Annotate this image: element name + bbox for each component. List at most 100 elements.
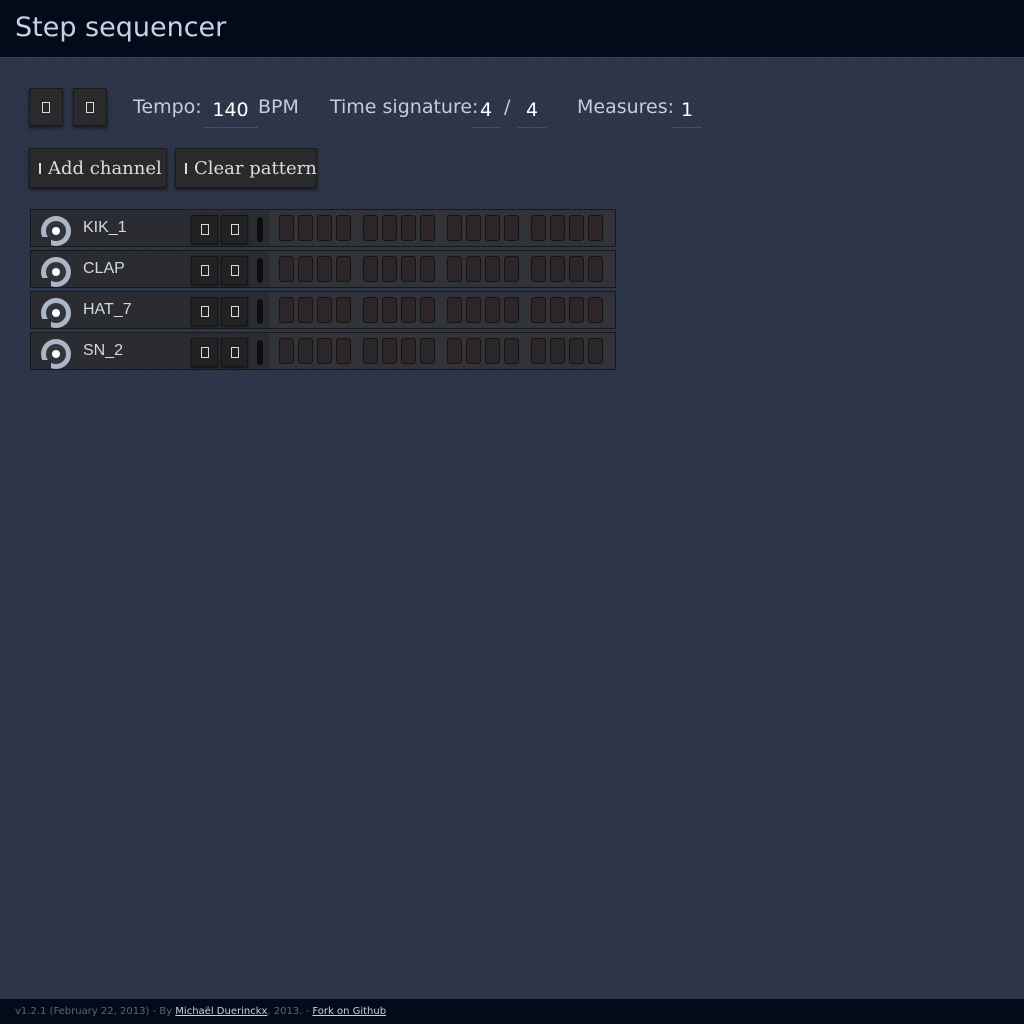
step-button[interactable] <box>569 338 584 364</box>
step-button[interactable] <box>531 215 546 241</box>
step-button[interactable] <box>550 256 565 282</box>
step-button[interactable] <box>298 297 313 323</box>
step-button[interactable] <box>420 215 435 241</box>
step-button[interactable] <box>485 338 500 364</box>
step-button[interactable] <box>336 338 351 364</box>
step-button[interactable] <box>447 297 462 323</box>
step-button[interactable] <box>588 338 603 364</box>
mute-icon <box>200 265 209 276</box>
step-button[interactable] <box>401 256 416 282</box>
channel-name[interactable]: SN_2 <box>83 342 123 360</box>
step-button[interactable] <box>504 215 519 241</box>
play-button[interactable] <box>29 88 63 126</box>
mute-icon <box>200 347 209 358</box>
step-button[interactable] <box>447 338 462 364</box>
step-button[interactable] <box>447 256 462 282</box>
step-button[interactable] <box>588 215 603 241</box>
step-button[interactable] <box>466 215 481 241</box>
step-button[interactable] <box>336 297 351 323</box>
step-button[interactable] <box>504 256 519 282</box>
step-button[interactable] <box>336 215 351 241</box>
step-button[interactable] <box>401 338 416 364</box>
step-button[interactable] <box>588 297 603 323</box>
step-button[interactable] <box>317 256 332 282</box>
solo-button[interactable] <box>221 256 248 285</box>
step-button[interactable] <box>569 297 584 323</box>
step-button[interactable] <box>550 338 565 364</box>
step-button[interactable] <box>466 256 481 282</box>
step-button[interactable] <box>336 256 351 282</box>
step-button[interactable] <box>485 256 500 282</box>
step-button[interactable] <box>420 256 435 282</box>
github-link[interactable]: Fork on Github <box>312 1006 386 1017</box>
step-button[interactable] <box>569 215 584 241</box>
channel-row: KIK_1 <box>30 209 616 247</box>
mute-button[interactable] <box>191 256 218 285</box>
step-button[interactable] <box>382 215 397 241</box>
channel-row: HAT_7 <box>30 291 616 329</box>
author-link[interactable]: Michaël Duerinckx <box>175 1006 267 1017</box>
step-button[interactable] <box>485 215 500 241</box>
step-button[interactable] <box>382 256 397 282</box>
step-button[interactable] <box>363 215 378 241</box>
step-button[interactable] <box>298 256 313 282</box>
step-button[interactable] <box>569 256 584 282</box>
step-button[interactable] <box>531 297 546 323</box>
channel-name[interactable]: HAT_7 <box>83 301 132 319</box>
stop-icon <box>86 101 94 113</box>
step-button[interactable] <box>363 297 378 323</box>
step-button[interactable] <box>298 338 313 364</box>
solo-button[interactable] <box>221 338 248 367</box>
mute-icon <box>200 224 209 235</box>
step-button[interactable] <box>317 297 332 323</box>
step-grid <box>269 333 615 369</box>
solo-button[interactable] <box>221 297 248 326</box>
tempo-input[interactable] <box>203 92 258 128</box>
step-button[interactable] <box>588 256 603 282</box>
step-button[interactable] <box>531 338 546 364</box>
step-button[interactable] <box>504 338 519 364</box>
step-button[interactable] <box>363 338 378 364</box>
solo-button[interactable] <box>221 215 248 244</box>
step-button[interactable] <box>279 256 294 282</box>
plus-icon <box>39 162 41 174</box>
step-button[interactable] <box>382 297 397 323</box>
clear-pattern-button[interactable]: Clear pattern <box>175 148 317 188</box>
top-bar: Step sequencer <box>0 0 1024 58</box>
step-button[interactable] <box>420 297 435 323</box>
step-button[interactable] <box>401 215 416 241</box>
stop-button[interactable] <box>73 88 107 126</box>
measures-input[interactable] <box>672 92 702 128</box>
step-button[interactable] <box>298 215 313 241</box>
step-button[interactable] <box>550 215 565 241</box>
step-button[interactable] <box>279 215 294 241</box>
mute-button[interactable] <box>191 215 218 244</box>
channel-name[interactable]: KIK_1 <box>83 219 127 237</box>
step-button[interactable] <box>485 297 500 323</box>
step-button[interactable] <box>466 338 481 364</box>
step-button[interactable] <box>317 215 332 241</box>
step-button[interactable] <box>279 338 294 364</box>
add-channel-button[interactable]: Add channel <box>29 148 167 188</box>
step-button[interactable] <box>420 338 435 364</box>
knob-gap <box>41 360 51 369</box>
step-button[interactable] <box>504 297 519 323</box>
step-button[interactable] <box>447 215 462 241</box>
mute-button[interactable] <box>191 338 218 367</box>
time-signature-separator: / <box>504 96 511 118</box>
trash-icon <box>185 162 187 174</box>
mute-button[interactable] <box>191 297 218 326</box>
page-title: Step sequencer <box>15 12 227 43</box>
step-button[interactable] <box>466 297 481 323</box>
step-button[interactable] <box>363 256 378 282</box>
step-button[interactable] <box>531 256 546 282</box>
step-button[interactable] <box>382 338 397 364</box>
step-button[interactable] <box>279 297 294 323</box>
time-signature-numerator-input[interactable] <box>471 92 501 128</box>
time-signature-denominator-input[interactable] <box>517 92 547 128</box>
channel-activity-led <box>257 258 263 283</box>
step-button[interactable] <box>317 338 332 364</box>
step-button[interactable] <box>550 297 565 323</box>
step-button[interactable] <box>401 297 416 323</box>
channel-name[interactable]: CLAP <box>83 260 125 278</box>
